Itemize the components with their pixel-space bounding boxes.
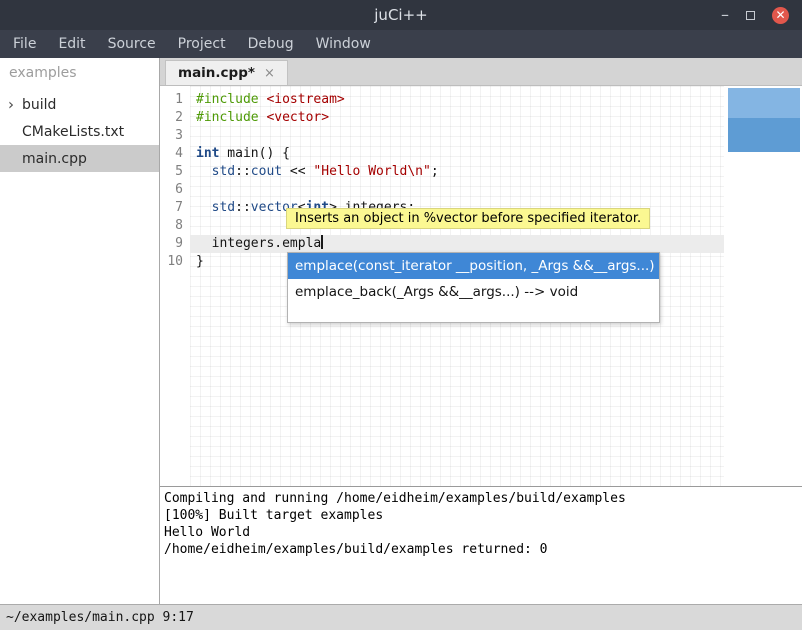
line-number: 6 (160, 181, 190, 199)
tree-item-label: build (22, 97, 56, 113)
tree-item-label: main.cpp (22, 151, 87, 167)
line-number: 3 (160, 127, 190, 145)
menu-item-edit[interactable]: Edit (47, 30, 96, 58)
menu-item-debug[interactable]: Debug (237, 30, 305, 58)
completion-doc-tooltip: Inserts an object in %vector before spec… (286, 208, 650, 229)
chevron-right-icon: › (8, 95, 14, 113)
menu-item-source[interactable]: Source (97, 30, 167, 58)
completion-item[interactable]: emplace(const_iterator __position, _Args… (288, 253, 659, 279)
window-controls: – ✕ (721, 2, 802, 28)
scrollbar-overview-map[interactable] (728, 88, 800, 152)
line-number: 8 (160, 217, 190, 235)
tree-item-label: CMakeLists.txt (22, 124, 124, 140)
terminal-line: /home/eidheim/examples/build/examples re… (164, 541, 802, 558)
code-segment (196, 200, 212, 215)
line-number: 9 (160, 235, 190, 253)
tab-label: main.cpp* (178, 65, 255, 81)
code-segment: <vector> (266, 110, 329, 125)
close-button[interactable]: ✕ (772, 7, 789, 24)
code-segment: int (196, 146, 219, 161)
code-segment: cout (251, 164, 282, 179)
code-segment: std (212, 200, 235, 215)
editor-pane: main.cpp* × 12345678910 #include <iostrea… (160, 58, 802, 604)
code-segment: << (282, 164, 313, 179)
code-segment (196, 164, 212, 179)
tab-close-icon[interactable]: × (264, 66, 275, 81)
code-segment: } (196, 254, 204, 269)
sidebar-header: examples (0, 58, 159, 91)
tree-item-main-cpp[interactable]: main.cpp (0, 145, 159, 172)
code-line[interactable] (190, 181, 802, 199)
app-window: juCi++ – ✕ FileEditSourceProjectDebugWin… (0, 0, 802, 630)
restore-button[interactable] (746, 11, 755, 20)
code-segment: integers.empla (196, 236, 321, 251)
line-number: 5 (160, 163, 190, 181)
terminal-panel: Compiling and running /home/eidheim/exam… (160, 486, 802, 604)
line-number: 7 (160, 199, 190, 217)
editor[interactable]: 12345678910 #include <iostream>#include … (160, 86, 802, 486)
code-segment: "Hello World\n" (313, 164, 430, 179)
text-cursor-caret (321, 235, 323, 249)
code-line[interactable]: std::cout << "Hello World\n"; (190, 163, 802, 181)
line-number-gutter: 12345678910 (160, 86, 190, 486)
line-number: 1 (160, 91, 190, 109)
minimize-button[interactable]: – (721, 2, 729, 28)
code-segment: #include (196, 92, 259, 107)
terminal-line: [100%] Built target examples (164, 507, 802, 524)
terminal-line: Compiling and running /home/eidheim/exam… (164, 490, 802, 507)
line-number: 2 (160, 109, 190, 127)
window-title: juCi++ (0, 6, 802, 24)
tree-item-cmakelists-txt[interactable]: CMakeLists.txt (0, 118, 159, 145)
status-bar: ~/examples/main.cpp 9:17 (0, 604, 802, 630)
completion-item[interactable]: emplace_back(_Args &&__args...) --> void (288, 279, 659, 305)
main-area: examples › build CMakeLists.txt main.cpp ma… (0, 58, 802, 604)
code-segment: ; (431, 164, 439, 179)
code-line[interactable]: #include <iostream> (190, 91, 802, 109)
menu-item-window[interactable]: Window (305, 30, 382, 58)
code-segment: #include (196, 110, 259, 125)
completion-popup: emplace(const_iterator __position, _Args… (287, 252, 660, 323)
line-number: 4 (160, 145, 190, 163)
tree-item-build[interactable]: › build (0, 91, 159, 118)
code-line[interactable]: #include <vector> (190, 109, 802, 127)
code-line[interactable]: int main() { (190, 145, 802, 163)
code-line[interactable]: integers.empla (190, 235, 802, 253)
tab-main-cpp[interactable]: main.cpp* × (165, 60, 288, 85)
line-number: 10 (160, 253, 190, 271)
sidebar: examples › build CMakeLists.txt main.cpp (0, 58, 160, 604)
file-tree: › build CMakeLists.txt main.cpp (0, 91, 159, 172)
title-bar: juCi++ – ✕ (0, 0, 802, 30)
code-line[interactable] (190, 127, 802, 145)
code-segment: :: (235, 164, 251, 179)
code-segment: main() { (219, 146, 289, 161)
menu-item-project[interactable]: Project (167, 30, 237, 58)
menu-bar: FileEditSourceProjectDebugWindow (0, 30, 802, 58)
tab-bar: main.cpp* × (160, 58, 802, 86)
status-text: ~/examples/main.cpp 9:17 (6, 610, 194, 625)
menu-item-file[interactable]: File (2, 30, 47, 58)
code-segment: :: (235, 200, 251, 215)
terminal-line: Hello World (164, 524, 802, 541)
code-segment: std (212, 164, 235, 179)
code-segment: <iostream> (266, 92, 344, 107)
